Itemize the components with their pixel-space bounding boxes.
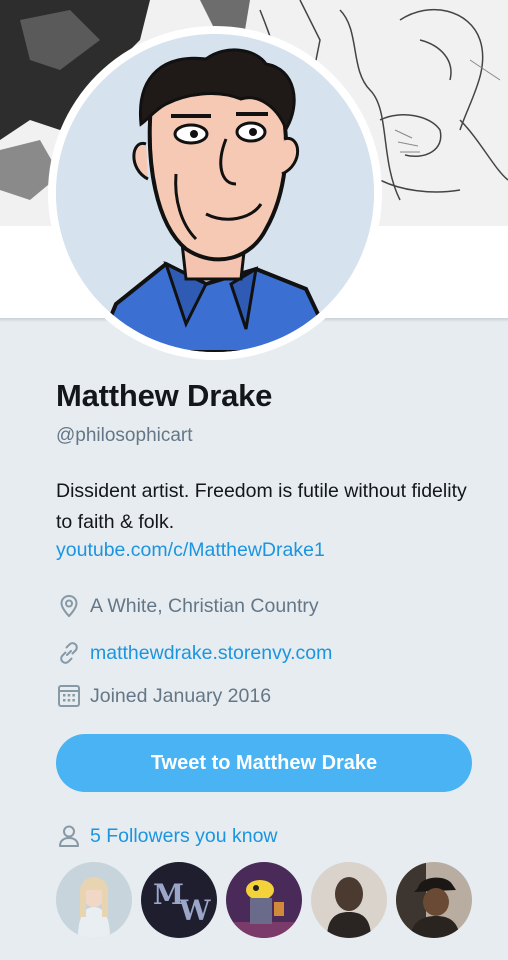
person-icon	[56, 823, 82, 849]
profile-handle[interactable]: @philosophicart	[56, 425, 193, 447]
link-icon	[56, 640, 82, 666]
follower-avatar-3[interactable]	[226, 862, 302, 938]
profile-website[interactable]: matthewdrake.storenvy.com	[56, 639, 332, 667]
followers-you-know[interactable]: 5 Followers you know	[56, 822, 278, 850]
avatar[interactable]	[56, 34, 374, 352]
location-pin-icon	[56, 593, 82, 619]
follower-avatar-2[interactable]: M W	[141, 862, 217, 938]
follower-avatar-1[interactable]	[56, 862, 132, 938]
profile-location: A White, Christian Country	[56, 592, 319, 620]
followers-you-know-link[interactable]: 5 Followers you know	[90, 825, 278, 848]
calendar-icon	[56, 683, 82, 709]
profile-bio: Dissident artist. Freedom is futile with…	[56, 480, 467, 533]
follower-avatar-5[interactable]	[396, 862, 472, 938]
svg-text:W: W	[178, 894, 211, 927]
avatar-portrait	[56, 34, 374, 352]
profile-name[interactable]: Matthew Drake	[56, 378, 272, 414]
bio-link[interactable]: youtube.com/c/MatthewDrake1	[56, 539, 325, 562]
profile-joined: Joined January 2016	[56, 682, 271, 710]
website-link[interactable]: matthewdrake.storenvy.com	[90, 642, 332, 665]
location-text: A White, Christian Country	[90, 594, 319, 617]
tweet-to-button[interactable]: Tweet to Matthew Drake	[56, 734, 472, 792]
joined-text: Joined January 2016	[90, 684, 272, 707]
follower-avatar-4[interactable]	[311, 862, 387, 938]
